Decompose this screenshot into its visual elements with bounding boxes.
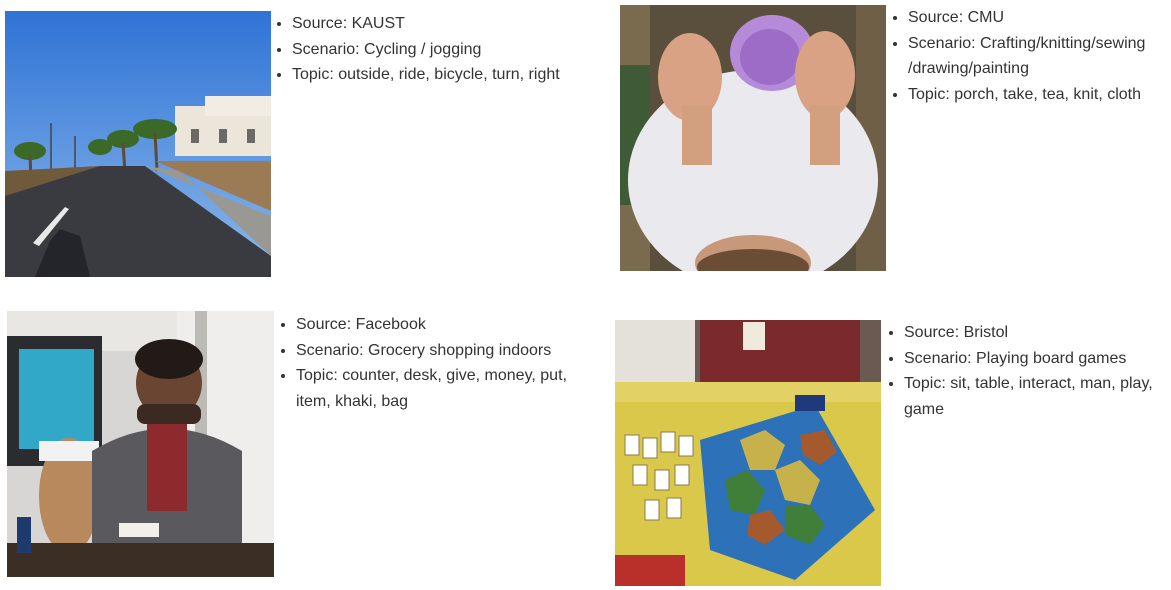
cycling-road-photo: [5, 11, 271, 277]
metadata-list: Source: Bristol Scenario: Playing board …: [886, 320, 1171, 422]
grocery-shopping-photo: [7, 311, 274, 577]
topic-item: Topic: counter, desk, give, money, put, …: [296, 363, 586, 414]
scenario-item: Scenario: Cycling / jogging: [292, 37, 572, 63]
topic-item: Topic: outside, ride, bicycle, turn, rig…: [292, 62, 572, 88]
metadata-list: Source: Facebook Scenario: Grocery shopp…: [278, 312, 586, 414]
scenario-item: Scenario: Playing board games: [904, 346, 1171, 372]
scenario-item: Scenario: Crafting/knitting/sewing /draw…: [908, 31, 1171, 82]
source-item: Source: CMU: [908, 5, 1171, 31]
metadata-list: Source: CMU Scenario: Crafting/knitting/…: [890, 5, 1171, 107]
metadata-list: Source: KAUST Scenario: Cycling / joggin…: [274, 11, 572, 88]
board-game-photo: [615, 320, 881, 586]
topic-item: Topic: sit, table, interact, man, play, …: [904, 371, 1171, 422]
scenario-item: Scenario: Grocery shopping indoors: [296, 338, 586, 364]
topic-item: Topic: porch, take, tea, knit, cloth: [908, 82, 1171, 108]
source-item: Source: Bristol: [904, 320, 1171, 346]
source-item: Source: Facebook: [296, 312, 586, 338]
source-item: Source: KAUST: [292, 11, 572, 37]
knitting-photo: [620, 5, 886, 271]
